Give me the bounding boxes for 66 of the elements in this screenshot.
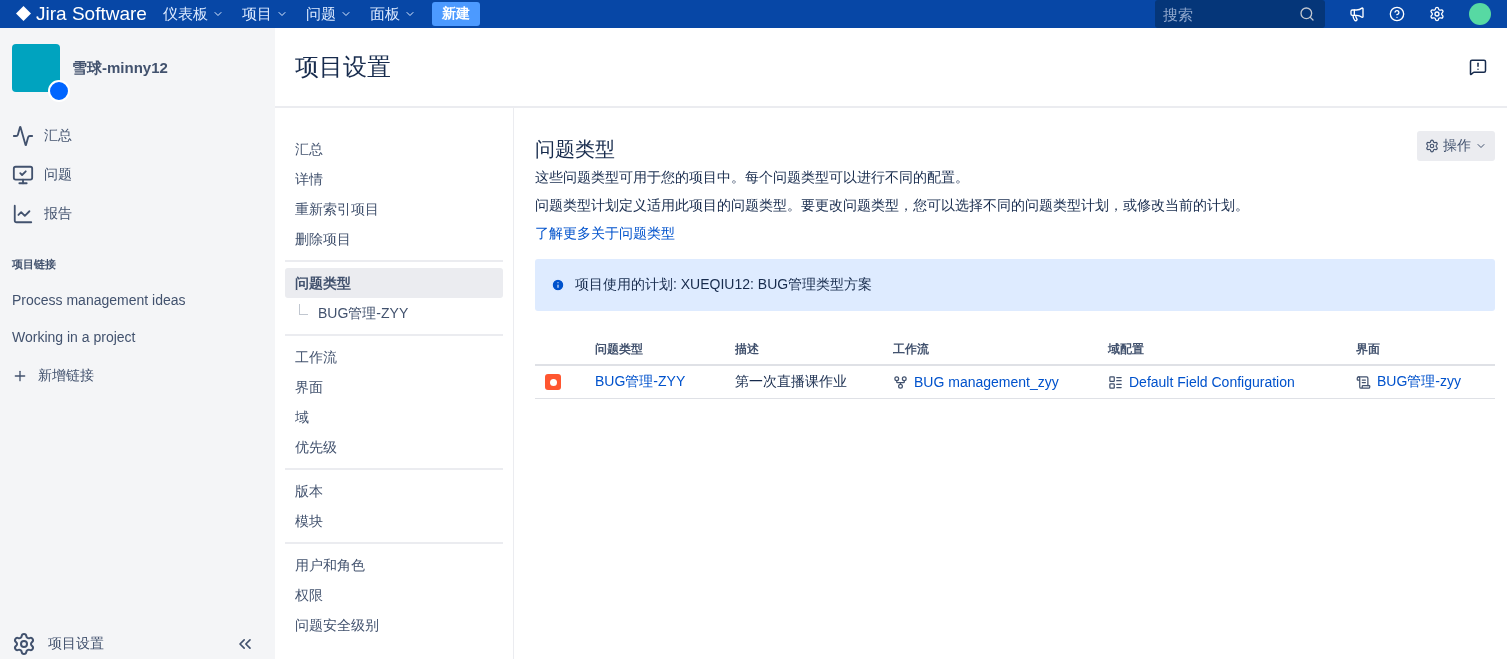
section-title: 问题类型 (535, 137, 615, 162)
settings-nav-item[interactable]: 权限 (285, 580, 503, 610)
settings-nav-item[interactable]: 汇总 (285, 134, 503, 164)
settings-icon[interactable] (1429, 6, 1445, 22)
description-text: 问题类型计划定义适用此项目的问题类型。要更改问题类型，您可以选择不同的问题类型计划，或修改当前的计划。 (535, 197, 1250, 215)
sidebar-item-icon (12, 124, 34, 147)
screen-link[interactable]: BUG管理-zyy (1377, 373, 1461, 391)
issue-type-link[interactable]: BUG管理-ZYY (595, 373, 686, 391)
settings-nav-item[interactable]: 重新索引项目 (285, 194, 503, 224)
menu-button[interactable]: 问题 (303, 4, 354, 24)
settings-icon (12, 632, 36, 656)
page-title: 项目设置 (295, 52, 391, 82)
sidebar-item-icon (12, 163, 34, 186)
settings-nav-item[interactable]: 问题安全级别 (285, 610, 503, 640)
diamond-logo-icon (16, 6, 31, 21)
settings-nav-item[interactable]: 域 (285, 402, 503, 432)
screen-icon (1356, 374, 1371, 390)
info-icon (551, 278, 565, 292)
project-link[interactable]: Process management ideas (12, 282, 263, 319)
feedback-icon[interactable] (1469, 58, 1487, 76)
project-settings-link[interactable]: 项目设置 (12, 632, 104, 656)
info-text: 项目使用的计划: XUEQIU12: BUG管理类型方案 (575, 276, 873, 294)
settings-nav-item[interactable]: 删除项目 (285, 224, 503, 254)
description-text: 这些问题类型可用于您的项目中。每个问题类型可以进行不同的配置。 (535, 169, 970, 187)
sidebar-item[interactable]: 汇总 (12, 116, 263, 155)
help-icon[interactable] (1389, 6, 1405, 22)
learn-more-link[interactable]: 了解更多关于问题类型 (535, 225, 675, 241)
column-header: 界面 (1356, 335, 1495, 366)
add-link[interactable]: 新增链接 (12, 356, 263, 395)
settings-icon (1425, 138, 1439, 153)
tree-line (299, 303, 308, 315)
search-field[interactable]: 搜索 (1155, 0, 1325, 28)
settings-nav-item[interactable]: 优先级 (285, 432, 503, 462)
sidebar-item[interactable]: 问题 (12, 155, 263, 194)
sidebar-item[interactable]: 报告 (12, 194, 263, 233)
section-heading: 项目链接 (12, 257, 57, 272)
workflow-icon (893, 374, 908, 390)
search-icon (1299, 6, 1315, 22)
menu-button[interactable]: 仪表板 (160, 4, 226, 24)
column-header: 工作流 (893, 335, 1108, 366)
bug-icon (545, 374, 561, 390)
sidebar-item-icon (12, 202, 34, 225)
settings-nav-item[interactable]: 工作流 (285, 342, 503, 372)
menu-button[interactable]: 项目 (239, 4, 290, 24)
jira-logo[interactable]: Jira Software (16, 3, 147, 25)
actions-button[interactable]: 操作 (1417, 130, 1495, 161)
field-configuration-icon (1108, 374, 1123, 390)
field-configuration-link[interactable]: Default Field Configuration (1129, 374, 1295, 390)
column-header: 问题类型 (595, 335, 735, 366)
project-link[interactable]: Working in a project (12, 319, 263, 356)
column-header: 域配置 (1108, 335, 1356, 366)
menu-button[interactable]: 面板 (367, 4, 418, 24)
settings-nav-item[interactable]: 模块 (285, 506, 503, 536)
megaphone-icon[interactable] (1349, 6, 1365, 22)
user-avatar[interactable] (1469, 3, 1491, 25)
settings-nav-item[interactable]: 问题类型 (285, 268, 503, 298)
table-cell: 第一次直播课作业 (735, 373, 847, 391)
column-header: 描述 (735, 335, 893, 366)
settings-nav-item[interactable]: 用户和角色 (285, 550, 503, 580)
settings-nav-item[interactable]: 详情 (285, 164, 503, 194)
settings-nav-item[interactable]: 版本 (285, 476, 503, 506)
workflow-link[interactable]: BUG management_zyy (914, 374, 1059, 390)
project-name: 雪球-minny12 (72, 58, 168, 78)
settings-nav-item[interactable]: BUG管理-ZYY (308, 298, 419, 328)
settings-nav-item[interactable]: 界面 (285, 372, 503, 402)
badge-icon (48, 80, 70, 102)
